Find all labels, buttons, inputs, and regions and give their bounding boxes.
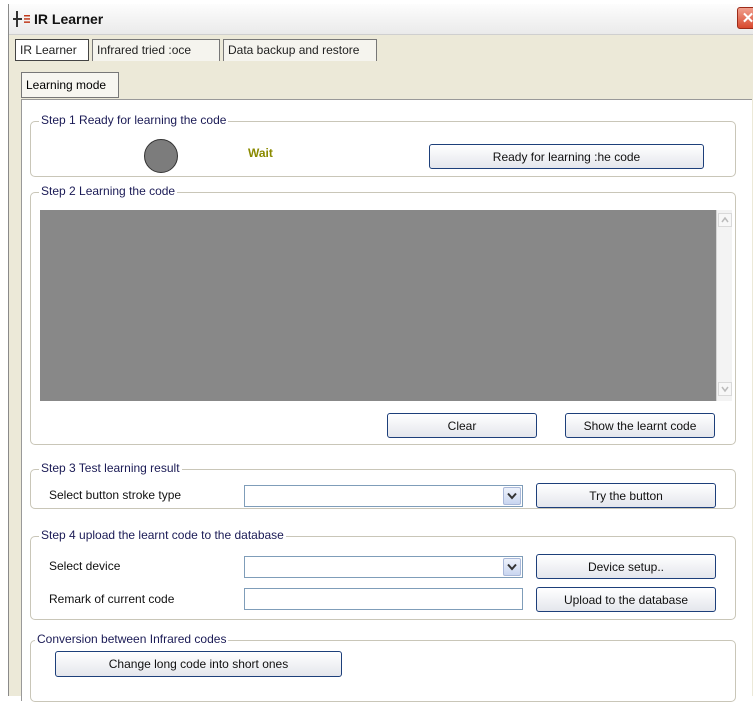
try-button[interactable]: Try the button	[536, 483, 716, 508]
dropdown-arrow[interactable]	[503, 487, 521, 505]
remark-label: Remark of current code	[49, 592, 175, 606]
device-setup-button[interactable]: Device setup..	[536, 554, 716, 579]
stroke-type-select[interactable]	[244, 485, 523, 507]
conversion-legend: Conversion between Infrared codes	[35, 632, 229, 646]
step1-legend: Step 1 Ready for learning the code	[39, 113, 229, 127]
clear-button[interactable]: Clear	[387, 413, 537, 438]
remark-input[interactable]	[244, 588, 523, 610]
status-text: Wait	[248, 146, 273, 160]
tab-ir-learner[interactable]: IR Learner	[15, 39, 89, 61]
status-indicator	[144, 139, 178, 173]
step3-legend: Step 3 Test learning result	[39, 461, 182, 475]
learning-mode-panel: Step 1 Ready for learning the code Wait …	[21, 99, 752, 702]
chevron-down-icon	[721, 386, 729, 393]
ir-learner-window: IR Learner ✕ IR Learner Infrared tried :…	[8, 4, 753, 702]
convert-long-code-button[interactable]: Change long code into short ones	[55, 651, 342, 677]
chevron-down-icon	[507, 563, 517, 571]
select-device-label: Select device	[49, 559, 121, 573]
learned-code-area[interactable]	[40, 210, 716, 401]
app-icon	[13, 10, 31, 28]
scroll-down-arrow[interactable]	[718, 382, 732, 396]
step1-group: Step 1 Ready for learning the code Wait …	[30, 113, 736, 177]
scroll-up-arrow[interactable]	[718, 213, 732, 227]
close-button[interactable]: ✕	[737, 7, 753, 29]
stroke-type-label: Select button stroke type	[49, 488, 182, 502]
upload-to-database-button[interactable]: Upload to the database	[536, 587, 716, 612]
chevron-up-icon	[721, 216, 729, 223]
step4-legend: Step 4 upload the learnt code to the dat…	[39, 528, 286, 542]
tab-learning-mode[interactable]: Learning mode	[21, 72, 119, 98]
chevron-down-icon	[507, 492, 517, 500]
code-area-scrollbar[interactable]	[716, 210, 732, 401]
tab-data-backup-restore[interactable]: Data backup and restore	[223, 39, 377, 61]
step2-legend: Step 2 Learning the code	[39, 184, 178, 198]
title-bar[interactable]: IR Learner ✕	[9, 4, 753, 35]
device-select[interactable]	[244, 556, 523, 578]
tab-infrared-tried-code[interactable]: Infrared tried :oce	[92, 39, 220, 61]
show-learnt-code-button[interactable]: Show the learnt code	[565, 413, 715, 438]
dropdown-arrow[interactable]	[503, 558, 521, 576]
window-title: IR Learner	[34, 11, 104, 27]
close-icon: ✕	[741, 10, 753, 27]
ready-for-learning-button[interactable]: Ready for learning :he code	[429, 144, 704, 169]
